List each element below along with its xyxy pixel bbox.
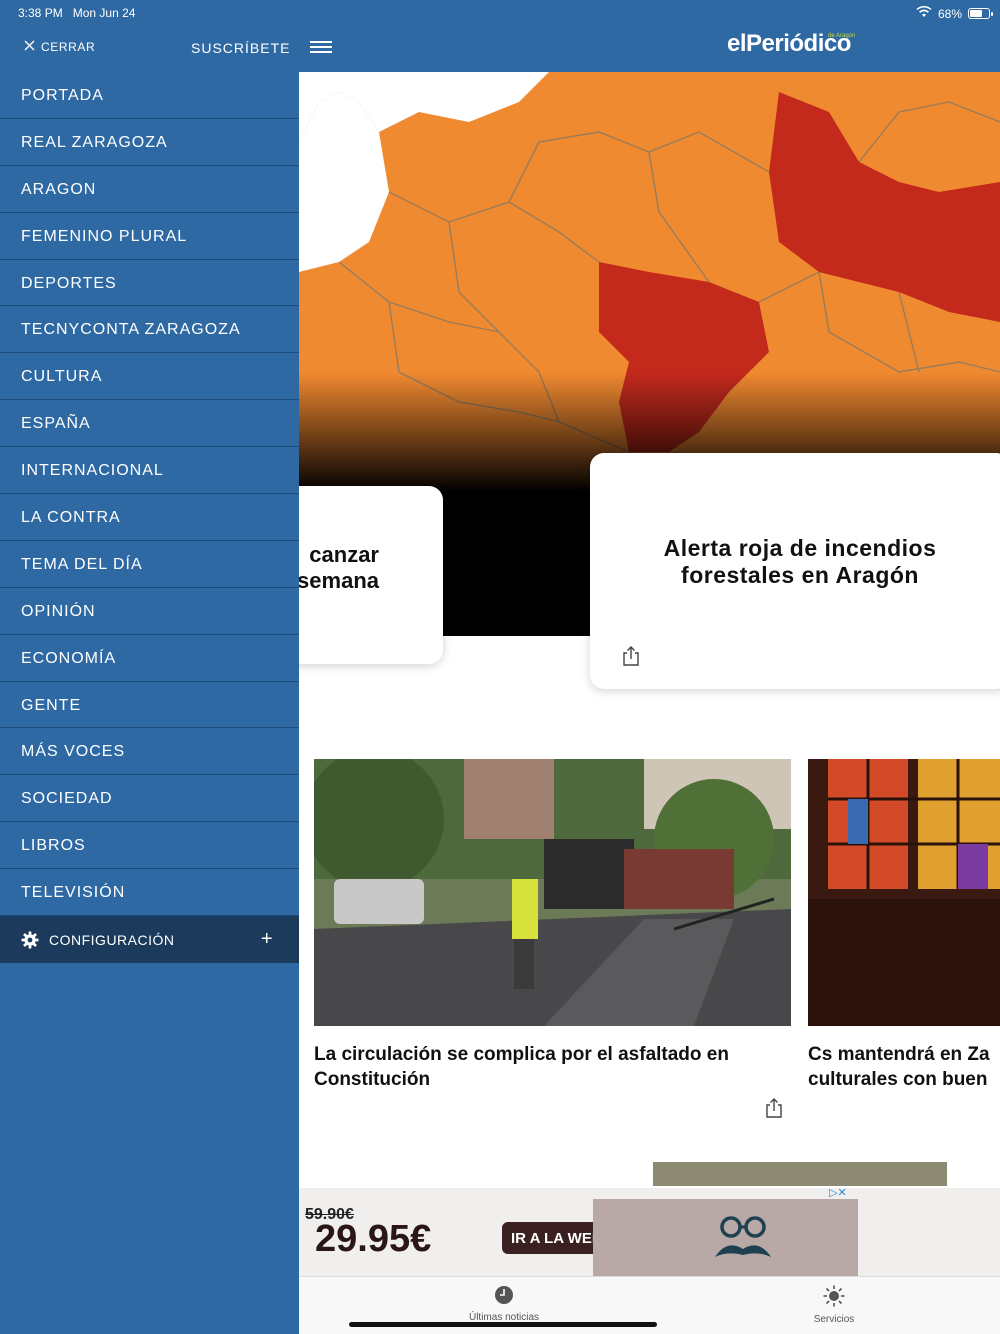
headline-title: Alerta roja de incendios forestales en A…	[663, 535, 937, 588]
home-indicator[interactable]	[349, 1322, 657, 1327]
menu-item[interactable]: MÁS VOCES	[0, 728, 299, 776]
subscribe-link[interactable]: SUSCRÍBETE	[191, 40, 290, 56]
article-title[interactable]: La circulación se complica por el asfalt…	[314, 1042, 791, 1092]
menu-item[interactable]: TECNYCONTA ZARAGOZA	[0, 306, 299, 354]
menu-item[interactable]: TELEVISIÓN	[0, 869, 299, 917]
headline-card-partial[interactable]: canzar semana	[299, 486, 443, 664]
config-label: CONFIGURACIÓN	[49, 931, 175, 948]
menu-item[interactable]: OPINIÓN	[0, 588, 299, 635]
menu-item[interactable]: TEMA DEL DÍA	[0, 541, 299, 588]
headline-line1: canzar	[309, 542, 379, 567]
close-icon	[24, 40, 35, 54]
menu-item[interactable]: LIBROS	[0, 822, 299, 870]
menu-item[interactable]: DEPORTES	[0, 260, 299, 307]
tab-latest-news[interactable]: Últimas noticias	[459, 1285, 549, 1323]
hamburger-menu-icon[interactable]	[310, 38, 332, 56]
menu-item[interactable]: INTERNACIONAL	[0, 447, 299, 495]
menu-item[interactable]: GENTE	[0, 682, 299, 729]
share-icon[interactable]	[622, 646, 640, 666]
menu-item[interactable]: ECONOMÍA	[0, 635, 299, 682]
headline-card[interactable]: Alerta roja de incendios forestales en A…	[590, 453, 1000, 689]
battery-level	[970, 10, 982, 17]
wifi-icon	[916, 5, 932, 21]
status-time: 3:38 PM Mon Jun 24	[18, 6, 135, 20]
menu-item[interactable]: REAL ZARAGOZA	[0, 119, 299, 166]
ad-image[interactable]	[593, 1199, 858, 1276]
battery-icon	[968, 8, 993, 19]
main-content: canzar semana Alerta roja de incendios f…	[299, 72, 1000, 1334]
tab-services-label: Servicios	[813, 1314, 855, 1325]
article-image[interactable]	[808, 759, 1000, 1026]
menu-item[interactable]: PORTADA	[0, 72, 299, 119]
tab-services[interactable]: Servicios	[789, 1285, 879, 1325]
status-indicators: 68%	[916, 5, 993, 21]
ad-banner-strip[interactable]	[653, 1162, 947, 1186]
ad-new-price: 29.95€	[315, 1218, 432, 1260]
menu-item[interactable]: ESPAÑA	[0, 400, 299, 448]
plus-icon[interactable]: +	[261, 928, 273, 951]
site-logo-subtitle: de Aragón	[828, 33, 856, 39]
menu-item[interactable]: CULTURA	[0, 353, 299, 401]
menu-item[interactable]: SOCIEDAD	[0, 775, 299, 823]
side-drawer: PORTADA REAL ZARAGOZA ARAGON FEMENINO PLURA…	[0, 72, 299, 1334]
share-icon[interactable]	[765, 1098, 783, 1118]
menu-item[interactable]: FEMENINO PLURAL	[0, 213, 299, 260]
glasses-mustache-icon	[715, 1216, 771, 1257]
top-bar: 3:38 PM Mon Jun 24 68% CERRAR SUSCRÍBETE…	[0, 0, 1000, 72]
config-item[interactable]: CONFIGURACIÓN +	[0, 916, 299, 964]
menu-list: PORTADA REAL ZARAGOZA ARAGON FEMENINO PLURA…	[0, 72, 299, 917]
battery-percent: 68%	[937, 6, 962, 21]
headline-line2: semana	[299, 568, 379, 593]
headline-title-partial: canzar semana	[299, 542, 443, 594]
clock-text: 3:38 PM	[18, 6, 63, 20]
ad-cta-label: IR A LA WEB	[511, 1229, 603, 1247]
article-title[interactable]: Cs mantendrá en Za culturales con buen	[808, 1042, 1000, 1092]
menu-item[interactable]: LA CONTRA	[0, 494, 299, 541]
ad-banner[interactable]: 59.90€ 29.95€ IR A LA WEB	[299, 1188, 1000, 1276]
article-title-line2: culturales con buen	[808, 1069, 988, 1090]
article-title-line1: Cs mantendrá en Za	[808, 1044, 990, 1065]
clock-icon	[459, 1285, 549, 1308]
close-label: CERRAR	[41, 40, 96, 54]
date-text: Mon Jun 24	[72, 6, 136, 20]
article-card[interactable]: Cs mantendrá en Za culturales con buen	[808, 759, 1000, 1092]
article-image[interactable]	[314, 759, 791, 1026]
article-card[interactable]: La circulación se complica por el asfalt…	[314, 759, 791, 1118]
sun-icon	[789, 1285, 879, 1310]
adchoices-icon[interactable]: ▷✕	[829, 1186, 847, 1199]
gear-icon	[21, 931, 39, 949]
close-button[interactable]: CERRAR	[24, 40, 95, 54]
menu-item[interactable]: ARAGON	[0, 166, 299, 213]
